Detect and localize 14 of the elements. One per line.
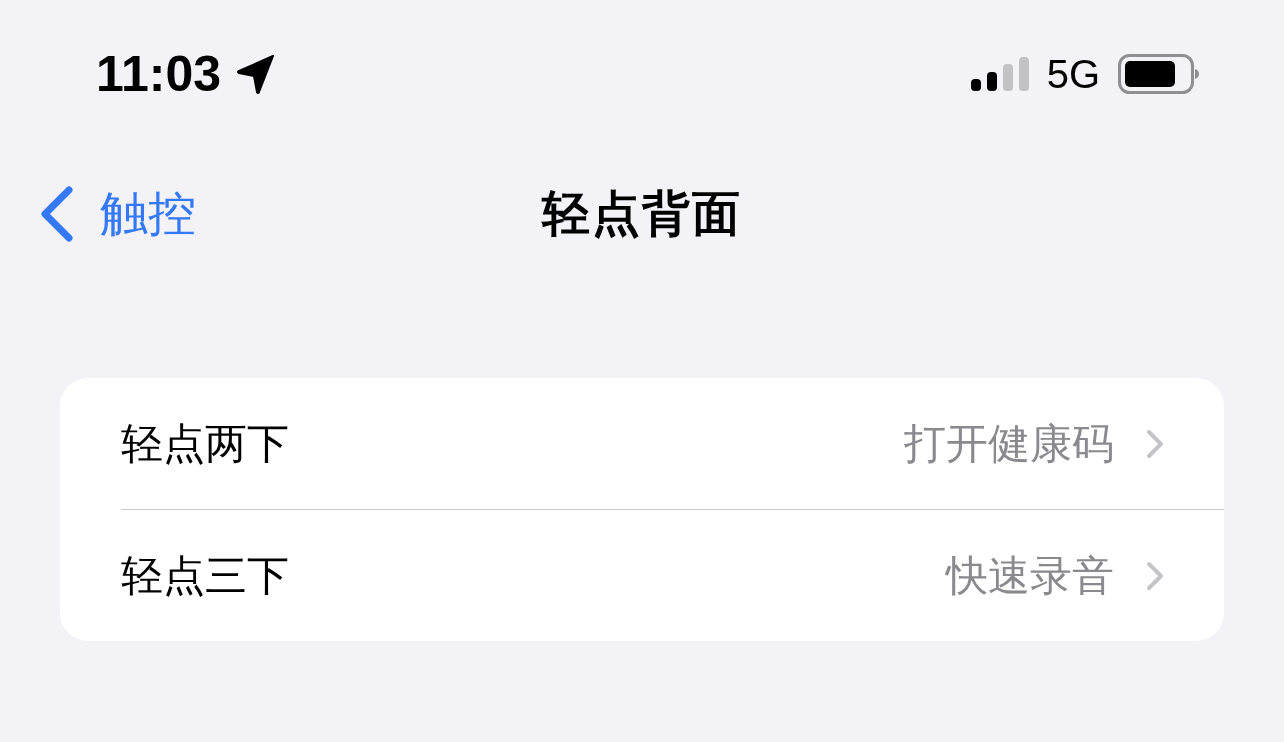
- setting-value: 快速录音: [946, 549, 1114, 602]
- status-time: 11:03: [96, 45, 222, 103]
- location-arrow-icon: [237, 54, 276, 94]
- network-type: 5G: [1046, 51, 1100, 97]
- chevron-right-icon: [1146, 428, 1164, 459]
- back-chevron-icon: [40, 186, 74, 242]
- chevron-right-icon: [1146, 560, 1164, 591]
- setting-label[interactable]: 轻点两下: [121, 415, 289, 472]
- back-button[interactable]: 触控: [40, 182, 196, 246]
- battery-icon: [1118, 54, 1200, 94]
- setting-label[interactable]: 轻点三下: [121, 547, 289, 604]
- signal-bars-icon: [970, 57, 1029, 91]
- page-title: 轻点背面: [542, 184, 742, 243]
- setting-value: 打开健康码: [904, 417, 1114, 470]
